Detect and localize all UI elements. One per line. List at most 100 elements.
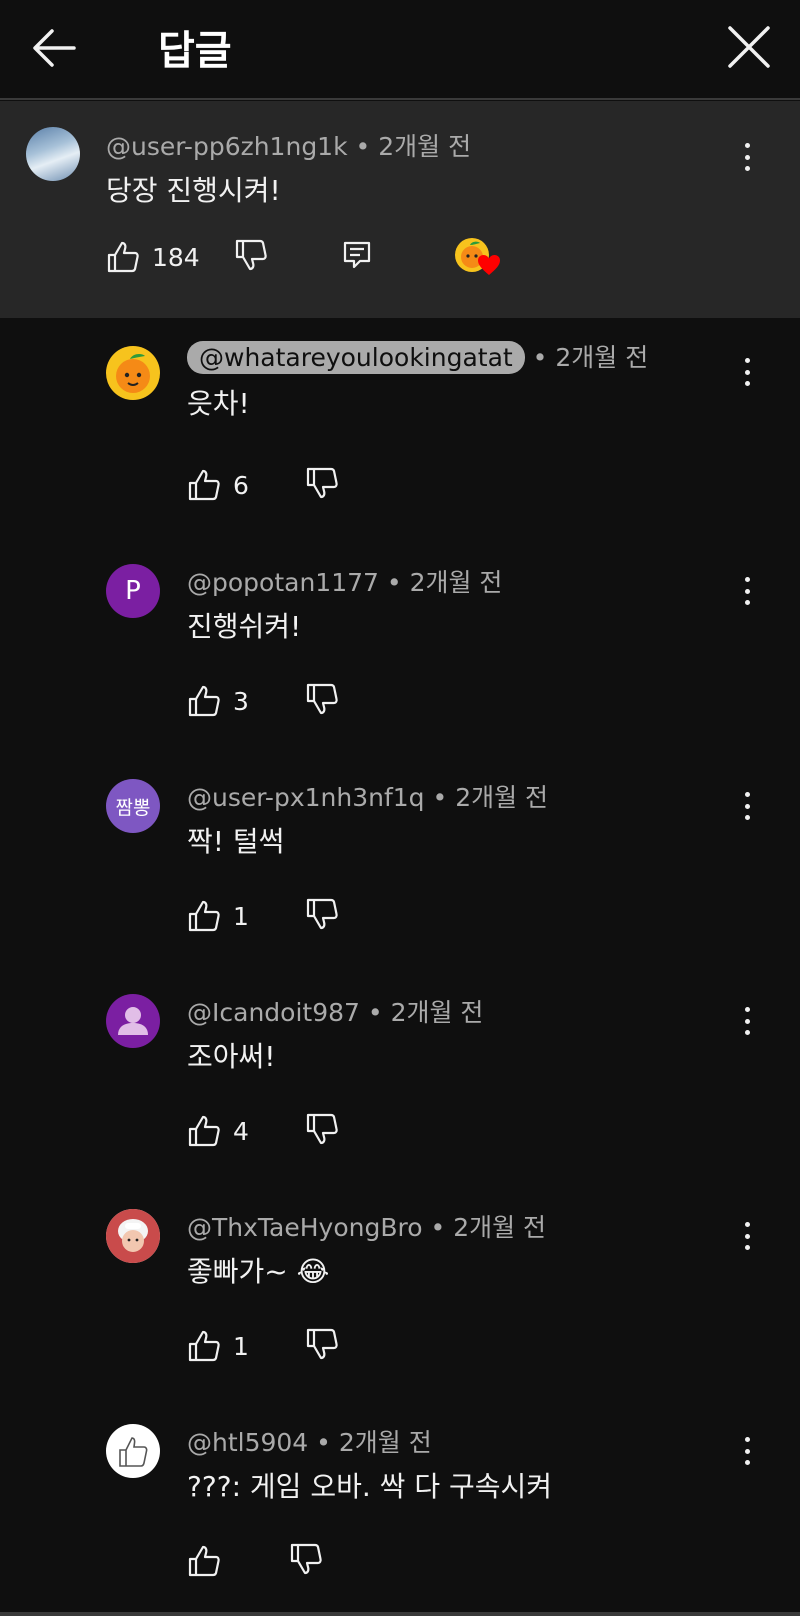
back-arrow-icon[interactable] [30,26,78,70]
comment-text: 당장 진행시켜! [106,174,281,207]
dislike-button[interactable] [305,1327,339,1365]
comment-meta: @Icandoit987 • 2개월 전 [187,998,484,1027]
comment-author[interactable]: @user-px1nh3nf1q [187,783,425,812]
reply-comment: @whatareyoulookingatat • 2개월 전 읏차! 6 [0,318,800,533]
thumbs-down-icon [306,467,338,499]
comment-author[interactable]: @htl5904 [187,1428,308,1457]
more-options-icon[interactable] [735,1001,759,1041]
comment-author[interactable]: @user-pp6zh1ng1k [106,132,348,161]
comment-time: 2개월 전 [390,998,484,1027]
thumbs-down-icon [290,1543,322,1575]
like-button[interactable]: 6 [187,468,249,502]
thumbs-up-icon [188,1545,220,1577]
reply-button[interactable] [342,240,372,274]
comment-actions: 4 [187,1111,339,1151]
comment-actions: 3 [187,681,339,721]
like-button[interactable]: 1 [187,1329,249,1363]
more-options-icon[interactable] [735,137,759,177]
comment-text: ???: 게임 오바. 싹 다 구속시켜 [187,1470,553,1503]
like-count: 184 [152,242,200,272]
bottom-divider [0,1612,800,1616]
avatar[interactable] [106,346,160,400]
comment-author[interactable]: @ThxTaeHyongBro [187,1213,423,1242]
page-title: 답글 [158,28,232,74]
thumbs-up-icon [188,685,220,717]
reply-comment: @Icandoit987 • 2개월 전 조아써! 4 [0,963,800,1178]
creator-heart [454,237,500,277]
reply-comment: 짬뽕 @user-px1nh3nf1q • 2개월 전 짝! 털썩 1 [0,748,800,963]
like-count: 4 [233,1116,249,1146]
like-button[interactable]: 1 [187,899,249,933]
dislike-button[interactable] [305,466,339,504]
comment-meta: @htl5904 • 2개월 전 [187,1428,432,1457]
comment-author[interactable]: @popotan1177 [187,568,379,597]
like-count: 3 [233,686,249,716]
dislike-button[interactable] [305,682,339,720]
like-button[interactable]: 3 [187,684,249,718]
comment-actions: 1 [187,896,339,936]
comment-author-chip[interactable]: @whatareyoulookingatat [187,341,525,374]
avatar[interactable]: 짬뽕 [106,779,160,833]
comment-time: 2개월 전 [455,783,549,812]
like-count: 1 [233,901,249,931]
thumbs-down-icon [235,239,267,271]
default-user-icon [118,1007,148,1035]
thumbs-up-icon [188,900,220,932]
comment-actions [187,1541,323,1581]
thumbs-up-drawing-icon [119,1437,148,1467]
reply-comment: P @popotan1177 • 2개월 전 진행쉬켜! 3 [0,533,800,748]
comment-text: 읏차! [187,387,250,420]
avatar[interactable] [106,994,160,1048]
reply-comment: @htl5904 • 2개월 전 ???: 게임 오바. 싹 다 구속시켜 [0,1393,800,1616]
dislike-button[interactable] [289,1542,323,1580]
parent-comment: @user-pp6zh1ng1k • 2개월 전 당장 진행시켜! 184 [0,101,800,318]
thumbs-down-icon [306,898,338,930]
more-options-icon[interactable] [735,1431,759,1471]
like-button[interactable]: 4 [187,1114,249,1148]
reply-comment: @ThxTaeHyongBro • 2개월 전 좋빠가~ 😂 1 [0,1178,800,1393]
comment-meta: @ThxTaeHyongBro • 2개월 전 [187,1213,547,1242]
more-options-icon[interactable] [735,571,759,611]
comment-meta: @popotan1177 • 2개월 전 [187,568,503,597]
more-options-icon[interactable] [735,1216,759,1256]
dislike-button[interactable] [305,897,339,935]
more-options-icon[interactable] [735,786,759,826]
more-options-icon[interactable] [735,352,759,392]
avatar[interactable]: P [106,564,160,618]
comment-meta: @whatareyoulookingatat • 2개월 전 [187,338,648,374]
avatar[interactable] [26,127,80,181]
thumbs-down-icon [306,683,338,715]
like-count: 6 [233,470,249,500]
thumbs-up-icon [188,469,220,501]
close-icon[interactable] [726,24,772,70]
like-count: 1 [233,1331,249,1361]
comment-actions: 1 [187,1326,339,1366]
comment-actions: 184 [106,237,500,277]
thumbs-down-icon [306,1113,338,1145]
orange-avatar-icon [116,354,150,393]
like-button[interactable] [187,1544,233,1578]
comment-meta: @user-pp6zh1ng1k • 2개월 전 [106,132,472,161]
comment-time: 2개월 전 [453,1213,547,1242]
profile-photo-icon [106,1209,160,1263]
avatar[interactable] [106,1209,160,1263]
thumbs-down-icon [306,1328,338,1360]
avatar[interactable] [106,1424,160,1478]
thumbs-up-icon [107,241,139,273]
comment-time: 2개월 전 [338,1428,432,1457]
comment-time: 2개월 전 [409,568,503,597]
thumbs-up-icon [188,1115,220,1147]
dislike-button[interactable] [234,238,268,276]
comment-actions: 6 [187,465,339,505]
like-button[interactable]: 184 [106,240,200,274]
comment-meta: @user-px1nh3nf1q • 2개월 전 [187,783,549,812]
dislike-button[interactable] [305,1112,339,1150]
header-bar: 답글 [0,0,800,100]
comment-time: 2개월 전 [378,132,472,161]
comment-text: 짝! 털썩 [187,825,285,858]
heart-icon [477,255,500,275]
comment-icon [343,241,370,269]
comment-text: 조아써! [187,1040,276,1073]
comment-text: 진행쉬켜! [187,610,302,643]
comment-author[interactable]: @Icandoit987 [187,998,360,1027]
